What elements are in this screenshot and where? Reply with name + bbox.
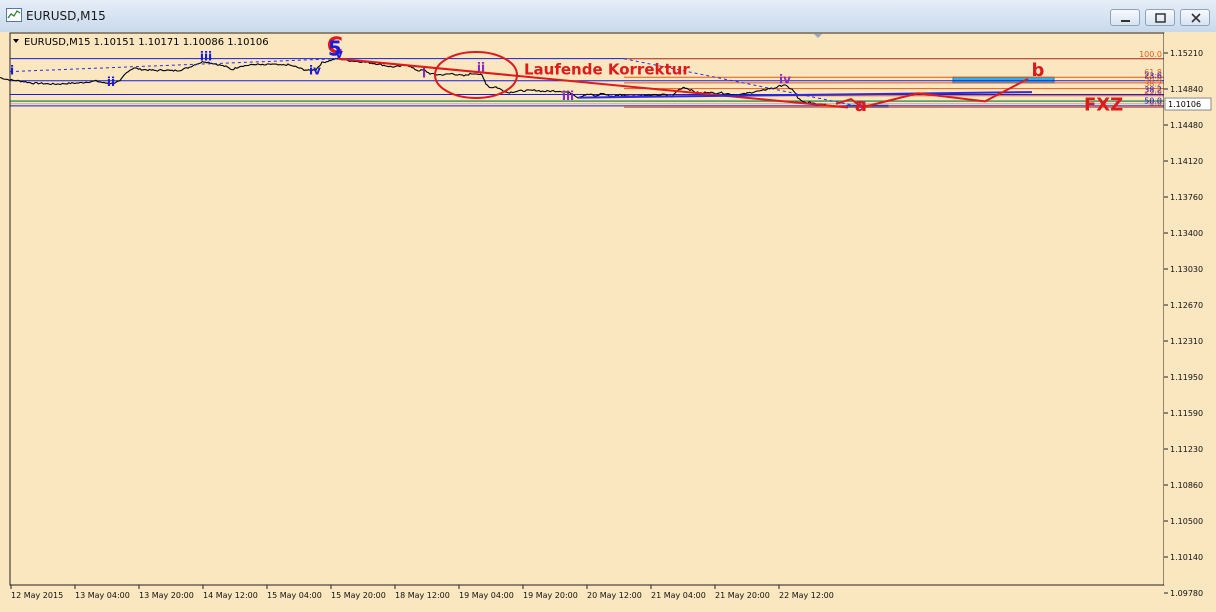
x-tick-label: 13 May 20:00 xyxy=(139,591,194,600)
window-title: EURUSD,M15 xyxy=(26,9,106,23)
close-button[interactable] xyxy=(1180,9,1210,26)
y-tick-label: 1.10500 xyxy=(1170,517,1203,526)
fib-label-blue-0: 23.6 xyxy=(1144,72,1162,81)
watermark-fxz: FXZ xyxy=(1084,95,1123,116)
current-price-label: 1.10106 xyxy=(1168,100,1201,109)
chart-window: EURUSD,M15 100.0 61.8 50.0 38.2 23.6 0.0 23.6 3… xyxy=(0,0,1216,612)
wave-label-9: iii xyxy=(562,89,574,103)
x-tick-label: 18 May 12:00 xyxy=(395,591,450,600)
chart-header: EURUSD,M15 1.10151 1.10171 1.10086 1.101… xyxy=(24,37,269,48)
wave-label-2: v xyxy=(335,47,343,61)
minimize-icon xyxy=(1121,20,1130,22)
chart-window-icon xyxy=(6,8,22,22)
wave-label-8: i xyxy=(422,66,426,80)
wave-label-13: b xyxy=(1032,60,1045,81)
y-tick-label: 1.15210 xyxy=(1170,49,1203,58)
wave-label-10: iv xyxy=(779,72,791,86)
x-tick-label: 14 May 12:00 xyxy=(203,591,258,600)
maximize-icon xyxy=(1155,13,1166,23)
y-tick-label: 1.11950 xyxy=(1170,373,1203,382)
x-tick-label: 12 May 2015 xyxy=(11,591,63,600)
y-tick-label: 1.14480 xyxy=(1170,121,1203,130)
chart-background xyxy=(0,32,1216,612)
x-tick-label: 21 May 20:00 xyxy=(715,591,770,600)
wave-label-7: ii xyxy=(477,61,485,75)
x-tick-label: 19 May 04:00 xyxy=(459,591,514,600)
y-tick-label: 1.13760 xyxy=(1170,193,1203,202)
fib-label-blue-2: 50.0 xyxy=(1144,97,1162,106)
y-tick-label: 1.10140 xyxy=(1170,553,1203,562)
fib-label-0: 100.0 xyxy=(1139,50,1162,59)
title-bar[interactable]: EURUSD,M15 xyxy=(0,0,1216,33)
y-tick-label: 1.11230 xyxy=(1170,445,1203,454)
y-tick-label: 1.10860 xyxy=(1170,481,1203,490)
maximize-button[interactable] xyxy=(1145,9,1175,26)
y-tick-label: 1.12310 xyxy=(1170,337,1203,346)
y-tick-label: 1.09780 xyxy=(1170,589,1203,598)
wave-label-4: iv xyxy=(309,64,321,78)
x-tick-label: 21 May 04:00 xyxy=(651,591,706,600)
wave-label-12: a xyxy=(855,95,867,116)
x-tick-label: 19 May 20:00 xyxy=(523,591,578,600)
minimize-button[interactable] xyxy=(1110,9,1140,26)
x-tick-label: 15 May 20:00 xyxy=(331,591,386,600)
x-tick-label: 13 May 04:00 xyxy=(75,591,130,600)
y-tick-label: 1.13400 xyxy=(1170,229,1203,238)
x-tick-label: 22 May 12:00 xyxy=(779,591,834,600)
wave-label-3: iii xyxy=(200,50,212,64)
x-tick-label: 15 May 04:00 xyxy=(267,591,322,600)
wave-label-5: ii xyxy=(107,75,115,89)
price-chart[interactable]: 100.061.850.038.223.60.023.638.250.0 Lau… xyxy=(0,32,1216,612)
y-tick-label: 1.14120 xyxy=(1170,157,1203,166)
support-zone xyxy=(10,100,1164,102)
x-tick-label: 20 May 12:00 xyxy=(587,591,642,600)
y-tick-label: 1.13030 xyxy=(1170,265,1203,274)
y-tick-label: 1.14840 xyxy=(1170,85,1203,94)
close-icon xyxy=(1191,13,1201,23)
y-tick-label: 1.11590 xyxy=(1170,409,1203,418)
wave-label-6: i xyxy=(10,63,14,77)
annotation-label: Laufende Korrektur xyxy=(524,60,690,78)
fib-label-blue-1: 38.2 xyxy=(1144,85,1162,94)
y-tick-label: 1.12670 xyxy=(1170,301,1203,310)
